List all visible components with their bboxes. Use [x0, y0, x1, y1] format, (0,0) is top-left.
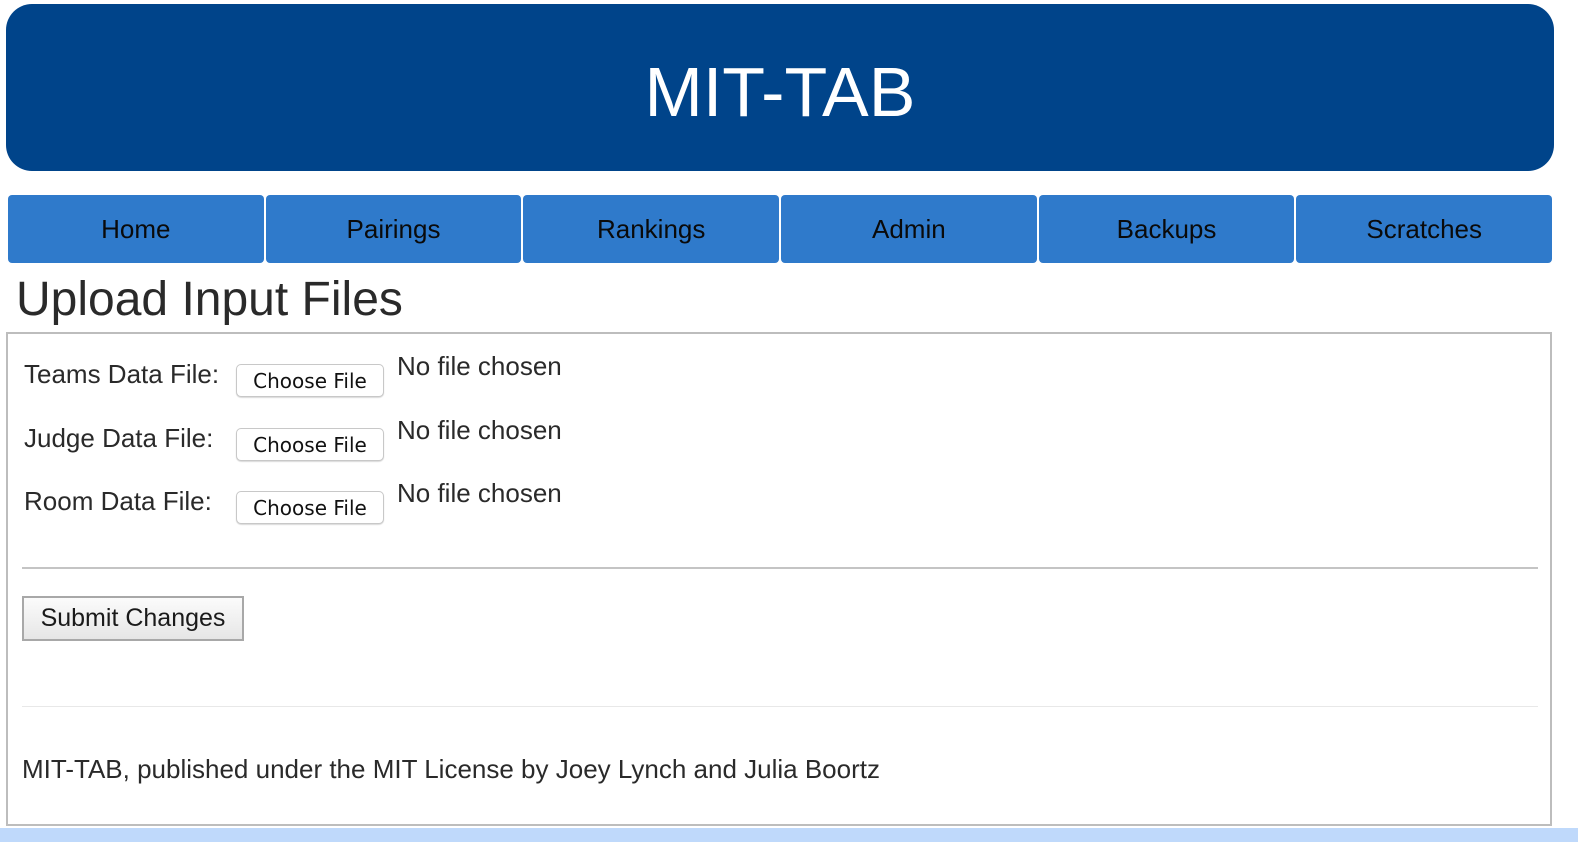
submit-changes-button[interactable]: Submit Changes	[22, 596, 244, 641]
nav-scratches[interactable]: Scratches	[1296, 195, 1553, 263]
teams-file-status: No file chosen	[397, 351, 562, 381]
teams-file-label: Teams Data File:	[24, 359, 220, 389]
room-file-status: No file chosen	[397, 478, 562, 508]
judge-file-label: Judge Data File:	[24, 423, 214, 453]
footer-divider	[22, 706, 1538, 707]
nav-rankings[interactable]: Rankings	[523, 195, 780, 263]
room-choose-file-button[interactable]: Choose File	[236, 491, 384, 524]
main-nav: Home Pairings Rankings Admin Backups Scr…	[8, 195, 1553, 263]
bottom-band	[0, 828, 1578, 842]
upload-form-panel: Teams Data File: Choose File No file cho…	[6, 332, 1552, 826]
judge-choose-file-button[interactable]: Choose File	[236, 428, 384, 461]
nav-admin[interactable]: Admin	[781, 195, 1037, 263]
site-header: MIT-TAB	[6, 4, 1554, 171]
nav-pairings[interactable]: Pairings	[265, 195, 522, 263]
site-title: MIT-TAB	[644, 52, 916, 131]
form-divider	[22, 567, 1538, 569]
footer-text: MIT-TAB, published under the MIT License…	[22, 754, 880, 784]
teams-choose-file-button[interactable]: Choose File	[236, 364, 384, 397]
nav-home[interactable]: Home	[8, 195, 264, 263]
room-file-label: Room Data File:	[24, 486, 212, 516]
nav-backups[interactable]: Backups	[1038, 195, 1295, 263]
page-title: Upload Input Files	[16, 273, 403, 326]
judge-file-status: No file chosen	[397, 415, 562, 445]
